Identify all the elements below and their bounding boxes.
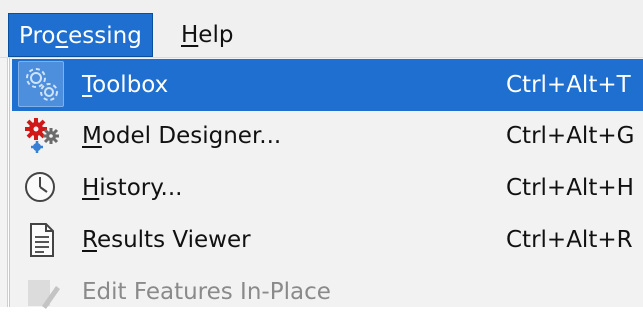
menu-item-results-viewer-shortcut: Ctrl+Alt+R: [506, 227, 633, 253]
edit-in-place-icon: [22, 272, 62, 312]
menu-item-history-label: History...: [82, 175, 183, 201]
menu-item-model-designer-shortcut: Ctrl+Alt+G: [506, 123, 635, 149]
menu-item-toolbox-label: Toolbox: [82, 72, 169, 98]
menu-item-history[interactable]: History... Ctrl+Alt+H: [12, 162, 643, 214]
menu-processing[interactable]: Processing: [8, 13, 153, 57]
menu-item-edit-features-in-place[interactable]: Edit Features In-Place: [12, 266, 643, 318]
menu-item-results-viewer-label: Results Viewer: [82, 227, 251, 253]
menu-help[interactable]: Help: [171, 13, 243, 57]
menu-help-label-post: elp: [198, 22, 234, 48]
menu-item-model-designer-label: Model Designer...: [82, 123, 282, 149]
window-edge: [0, 58, 8, 307]
menu-bar: Processing Help: [0, 0, 643, 58]
menu-item-toolbox-shortcut: Ctrl+Alt+T: [506, 72, 631, 98]
clock-icon: [22, 168, 62, 208]
menu-processing-label-post: essing: [68, 23, 142, 49]
menu-item-toolbox[interactable]: Toolbox Ctrl+Alt+T: [12, 59, 643, 111]
menu-help-mnemonic: H: [181, 22, 199, 48]
menu-item-results-viewer[interactable]: Results Viewer Ctrl+Alt+R: [12, 214, 643, 266]
document-icon: [22, 220, 62, 260]
model-designer-icon: [22, 116, 62, 156]
menu-item-edit-features-in-place-label: Edit Features In-Place: [82, 279, 331, 305]
processing-dropdown-menu: Toolbox Ctrl+Alt+T Model Designer... Ctr…: [9, 58, 643, 309]
menu-processing-mnemonic: c: [55, 23, 69, 49]
menu-item-model-designer[interactable]: Model Designer... Ctrl+Alt+G: [12, 110, 643, 162]
menu-processing-label-pre: Pro: [19, 23, 56, 49]
gears-icon: [18, 61, 64, 107]
menu-item-history-shortcut: Ctrl+Alt+H: [506, 175, 634, 201]
